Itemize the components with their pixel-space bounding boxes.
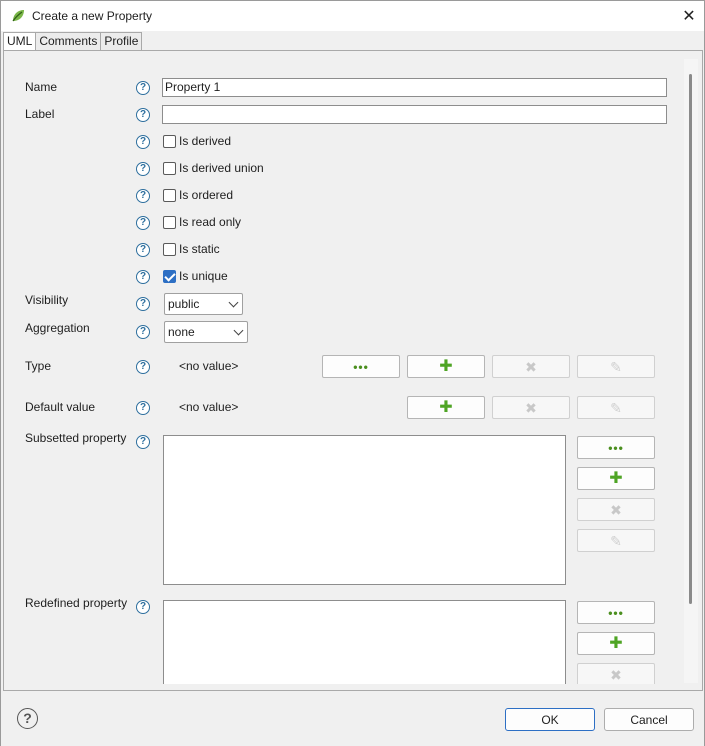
default-value-edit-button[interactable]: ✎ [577,396,655,419]
title-bar: Create a new Property ✕ [1,1,704,31]
browse-icon: ••• [608,440,624,455]
visibility-value: public [168,297,200,311]
is-unique-help-icon[interactable]: ? [136,270,150,284]
type-add-button[interactable]: ✚ [407,355,485,378]
browse-icon: ••• [608,605,624,620]
redefined-browse-button[interactable]: ••• [577,601,655,624]
redefined-remove-button[interactable]: ✖ [577,663,655,684]
is-ordered-checkbox[interactable] [163,188,176,202]
dialog-footer: ? OK Cancel [1,692,704,746]
default-value-label: Default value [25,400,96,414]
tab-comments[interactable]: Comments [35,32,102,50]
redefined-property-help-icon[interactable]: ? [136,600,150,614]
is-unique-checkbox-row[interactable]: Is unique [163,269,228,283]
is-ordered-label: Is ordered [179,188,234,202]
tab-uml[interactable]: UML [3,32,37,51]
type-browse-button[interactable]: ••• [322,355,400,378]
is-static-checkbox-row[interactable]: Is static [163,242,220,256]
redefined-property-label: Redefined property [25,596,128,610]
name-label: Name [25,80,58,94]
is-derived-union-checkbox-row[interactable]: Is derived union [163,161,264,175]
edit-icon: ✎ [610,399,622,416]
default-value-value: <no value> [179,400,239,414]
default-value-add-button[interactable]: ✚ [407,396,485,419]
is-ordered-checkbox-row[interactable]: Is ordered [163,188,233,202]
is-derived-union-label: Is derived union [179,161,264,175]
aggregation-label: Aggregation [25,321,90,335]
add-icon: ✚ [439,357,453,375]
scrollbar-thumb[interactable] [689,74,692,604]
is-static-help-icon[interactable]: ? [136,243,150,257]
tab-profile[interactable]: Profile [100,32,143,50]
close-icon: ✕ [682,8,696,25]
aggregation-value: none [168,325,195,339]
add-icon: ✚ [609,634,623,652]
default-value-remove-button[interactable]: ✖ [492,396,570,419]
is-read-only-checkbox-row[interactable]: Is read only [163,215,241,229]
close-button[interactable]: ✕ [677,5,701,27]
type-edit-button[interactable]: ✎ [577,355,655,378]
type-help-icon[interactable]: ? [136,360,150,374]
is-derived-checkbox[interactable] [163,134,176,148]
label-field[interactable] [162,105,667,124]
visibility-select[interactable]: public [164,293,243,315]
is-read-only-label: Is read only [179,215,242,229]
type-value: <no value> [179,359,239,373]
subsetted-property-help-icon[interactable]: ? [136,435,150,449]
type-remove-button[interactable]: ✖ [492,355,570,378]
dialog-window: Create a new Property ✕ UML Comments Pro… [0,0,705,746]
is-derived-union-help-icon[interactable]: ? [136,162,150,176]
type-label: Type [25,359,52,373]
name-help-icon[interactable]: ? [136,81,150,95]
browse-icon: ••• [353,359,369,374]
is-derived-label: Is derived [179,134,232,148]
subsetted-add-button[interactable]: ✚ [577,467,655,490]
default-value-help-icon[interactable]: ? [136,401,150,415]
help-icon[interactable]: ? [17,708,38,729]
window-title: Create a new Property [32,9,153,23]
is-static-checkbox[interactable] [163,242,176,256]
aggregation-help-icon[interactable]: ? [136,325,150,339]
subsetted-remove-button[interactable]: ✖ [577,498,655,521]
label-label: Label [25,107,55,121]
subsetted-property-list[interactable] [163,435,566,585]
label-help-icon[interactable]: ? [136,108,150,122]
subsetted-property-label: Subsetted property [25,431,127,445]
remove-icon: ✖ [610,501,622,518]
edit-icon: ✎ [610,358,622,375]
chevron-down-icon [228,297,239,308]
is-derived-union-checkbox[interactable] [163,161,176,175]
remove-icon: ✖ [525,399,537,416]
tab-bar: UML Comments Profile [3,32,143,52]
name-field[interactable]: Property 1 [162,78,667,97]
is-read-only-help-icon[interactable]: ? [136,216,150,230]
tab-panel: Name ? Property 1 Label ? ? Is derived ?… [3,50,703,691]
is-derived-help-icon[interactable]: ? [136,135,150,149]
vertical-scrollbar[interactable] [684,59,698,683]
is-unique-checkbox[interactable] [163,269,176,283]
is-read-only-checkbox[interactable] [163,215,176,229]
is-static-label: Is static [179,242,220,256]
subsetted-browse-button[interactable]: ••• [577,436,655,459]
is-unique-label: Is unique [179,269,228,283]
is-ordered-help-icon[interactable]: ? [136,189,150,203]
redefined-add-button[interactable]: ✚ [577,632,655,655]
ok-button[interactable]: OK [505,708,595,731]
form-area: Name ? Property 1 Label ? ? Is derived ?… [4,51,682,684]
remove-icon: ✖ [525,358,537,375]
edit-icon: ✎ [610,532,622,549]
redefined-property-list[interactable] [163,600,566,684]
cancel-button[interactable]: Cancel [604,708,694,731]
aggregation-select[interactable]: none [164,321,248,343]
subsetted-edit-button[interactable]: ✎ [577,529,655,552]
add-icon: ✚ [439,398,453,416]
is-derived-checkbox-row[interactable]: Is derived [163,134,231,148]
visibility-label: Visibility [25,293,69,307]
chevron-down-icon [233,325,244,336]
remove-icon: ✖ [610,666,622,683]
add-icon: ✚ [609,469,623,487]
visibility-help-icon[interactable]: ? [136,297,150,311]
papyrus-leaf-icon [12,10,24,22]
